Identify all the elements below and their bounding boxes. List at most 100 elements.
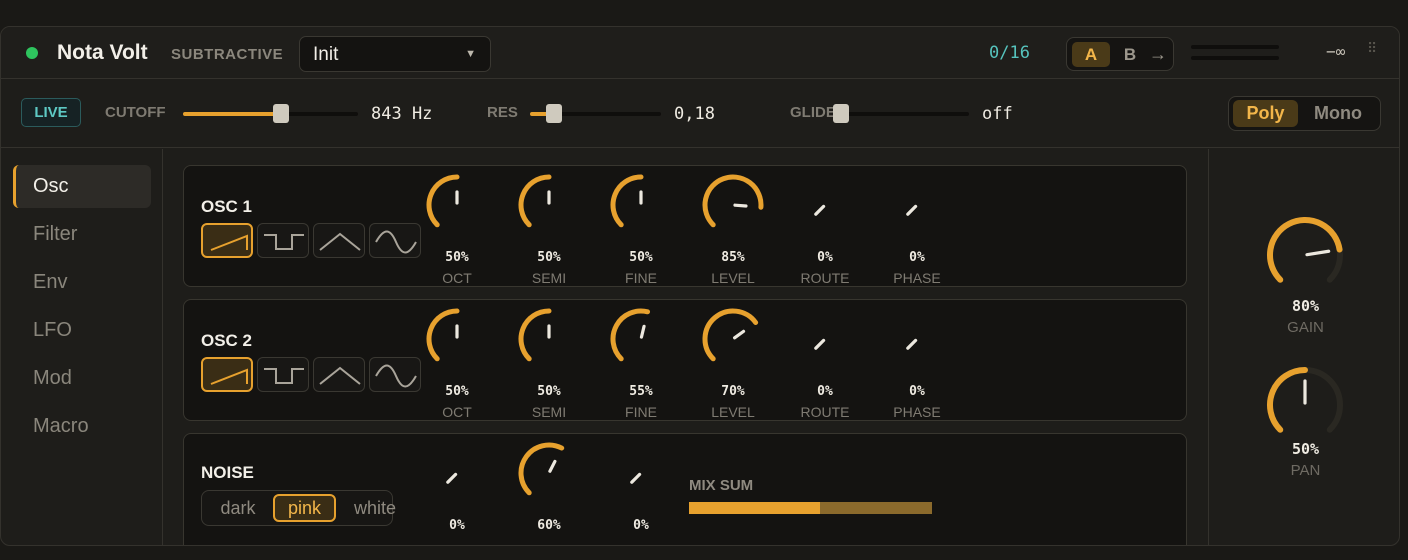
knob-pointer <box>733 203 748 208</box>
slot-b-button[interactable]: B <box>1120 42 1140 67</box>
drag-handle-icon[interactable]: ⠿ <box>1367 41 1377 55</box>
osc2-saw-button[interactable] <box>201 357 253 392</box>
knob-pointer <box>906 204 918 216</box>
osc1-fine-knob[interactable]: 50% FINE <box>595 174 687 286</box>
noise-knob-3[interactable]: 0% <box>595 442 687 545</box>
pan-label: PAN <box>1290 462 1321 479</box>
square-wave-icon <box>264 234 304 250</box>
live-badge[interactable]: LIVE <box>21 98 81 127</box>
res-thumb[interactable] <box>545 104 562 123</box>
knob-pointer <box>548 459 557 473</box>
synth-window: Nota Volt SUBTRACTIVE Init ▼ 0/16 A B → … <box>0 26 1400 546</box>
poly-button[interactable]: Poly <box>1233 100 1298 127</box>
sidebar-item-osc[interactable]: Osc <box>13 165 151 208</box>
osc1-triangle-button[interactable] <box>313 223 365 258</box>
knob-pointer <box>733 329 746 340</box>
osc2-level-value: 70% <box>721 384 745 399</box>
noise-knob-1-value: 0% <box>449 518 465 533</box>
voice-count: 0/16 <box>989 43 1030 63</box>
osc2-semi-value: 50% <box>537 384 561 399</box>
cutoff-slider[interactable] <box>183 112 358 116</box>
sidebar-item-lfo[interactable]: LFO <box>13 309 151 352</box>
glide-slider[interactable] <box>841 112 969 116</box>
osc1-route-label: ROUTE <box>800 270 850 286</box>
section-sidebar: Osc Filter Env LFO Mod Macro <box>1 149 163 545</box>
ab-compare: A B → <box>1066 37 1174 71</box>
osc1-panel: OSC 1 50% OCT 50% SEMI 50% FINE 85% LEVEL 0%… <box>183 165 1187 287</box>
copy-arrow-icon[interactable]: → <box>1147 42 1169 67</box>
osc1-phase-knob[interactable]: 0% PHASE <box>871 174 963 286</box>
osc2-panel: OSC 2 50% OCT 50% SEMI 55% FINE 70% LEVEL 0%… <box>183 299 1187 421</box>
saw-wave-icon <box>210 234 248 251</box>
sidebar-item-filter[interactable]: Filter <box>13 213 151 256</box>
osc1-fine-label: FINE <box>625 270 657 286</box>
osc2-oct-value: 50% <box>445 384 469 399</box>
knob-pointer <box>906 338 918 350</box>
res-value: 0,18 <box>674 104 715 124</box>
gain-value: 80% <box>1291 297 1320 315</box>
header-bar: Nota Volt SUBTRACTIVE Init ▼ 0/16 A B → … <box>1 27 1399 79</box>
noise-knob-2-value: 60% <box>537 518 561 533</box>
noise-white-button[interactable]: white <box>339 494 411 522</box>
knob-value-arc <box>426 174 460 228</box>
osc2-semi-label: SEMI <box>531 404 567 420</box>
noise-color-toggle: dark pink white <box>201 490 396 526</box>
noise-dark-button[interactable]: dark <box>205 494 271 522</box>
osc2-level-knob[interactable]: 70% LEVEL <box>687 308 779 420</box>
sidebar-item-macro[interactable]: Macro <box>13 405 151 448</box>
osc2-triangle-button[interactable] <box>313 357 365 392</box>
osc2-route-label: ROUTE <box>800 404 850 420</box>
output-meter-right <box>1191 56 1279 60</box>
res-label: RES <box>487 104 518 121</box>
sidebar-item-env[interactable]: Env <box>13 261 151 304</box>
knob-value-arc <box>702 174 764 228</box>
osc1-saw-button[interactable] <box>201 223 253 258</box>
glide-thumb[interactable] <box>833 104 849 123</box>
knob-value-arc <box>702 308 759 362</box>
osc1-title: OSC 1 <box>201 197 253 216</box>
engine-type: SUBTRACTIVE <box>171 46 284 63</box>
osc1-semi-label: SEMI <box>531 270 567 286</box>
sidebar-item-mod[interactable]: Mod <box>13 357 151 400</box>
osc1-semi-knob[interactable]: 50% SEMI <box>503 174 595 286</box>
glide-label: GLIDE <box>790 104 836 121</box>
mix-sum-label: MIX SUM <box>689 477 754 494</box>
osc1-square-button[interactable] <box>257 223 309 258</box>
knob-pointer <box>446 472 458 484</box>
noise-panel: NOISE dark pink white 0% 60% 0% MIX SUM <box>183 433 1187 545</box>
knob-value-arc <box>518 174 552 228</box>
noise-knob-1[interactable]: 0% <box>411 442 503 545</box>
cutoff-thumb[interactable] <box>273 104 289 123</box>
osc1-fine-value: 50% <box>629 250 653 265</box>
osc2-square-button[interactable] <box>257 357 309 392</box>
knob-value-arc <box>610 174 644 228</box>
osc1-level-knob[interactable]: 85% LEVEL <box>687 174 779 286</box>
knob-pointer <box>1305 249 1331 257</box>
osc1-oct-label: OCT <box>442 270 472 286</box>
osc2-fine-knob[interactable]: 55% FINE <box>595 308 687 420</box>
knob-pointer <box>639 324 646 339</box>
noise-knob-2[interactable]: 60% <box>503 442 595 545</box>
knob-value-arc <box>518 308 552 362</box>
mono-button[interactable]: Mono <box>1301 100 1375 127</box>
noise-title: NOISE <box>201 463 254 482</box>
noise-pink-button[interactable]: pink <box>273 494 336 522</box>
osc1-route-value: 0% <box>817 250 833 265</box>
slot-a-button[interactable]: A <box>1072 42 1110 67</box>
osc2-phase-value: 0% <box>909 384 925 399</box>
preset-select[interactable]: Init ▼ <box>299 36 491 72</box>
pan-value: 50% <box>1291 440 1320 458</box>
osc2-fine-label: FINE <box>625 404 657 420</box>
knob-pointer <box>814 204 826 216</box>
preset-name: Init <box>313 44 339 65</box>
knob-value-arc <box>1267 367 1308 433</box>
osc2-route-knob[interactable]: 0% ROUTE <box>779 308 871 420</box>
osc1-oct-knob[interactable]: 50% OCT <box>411 174 503 286</box>
osc1-phase-label: PHASE <box>893 270 941 286</box>
osc2-oct-knob[interactable]: 50% OCT <box>411 308 503 420</box>
osc2-phase-label: PHASE <box>893 404 941 420</box>
osc1-route-knob[interactable]: 0% ROUTE <box>779 174 871 286</box>
osc2-phase-knob[interactable]: 0% PHASE <box>871 308 963 420</box>
power-indicator[interactable] <box>26 47 38 59</box>
osc2-semi-knob[interactable]: 50% SEMI <box>503 308 595 420</box>
